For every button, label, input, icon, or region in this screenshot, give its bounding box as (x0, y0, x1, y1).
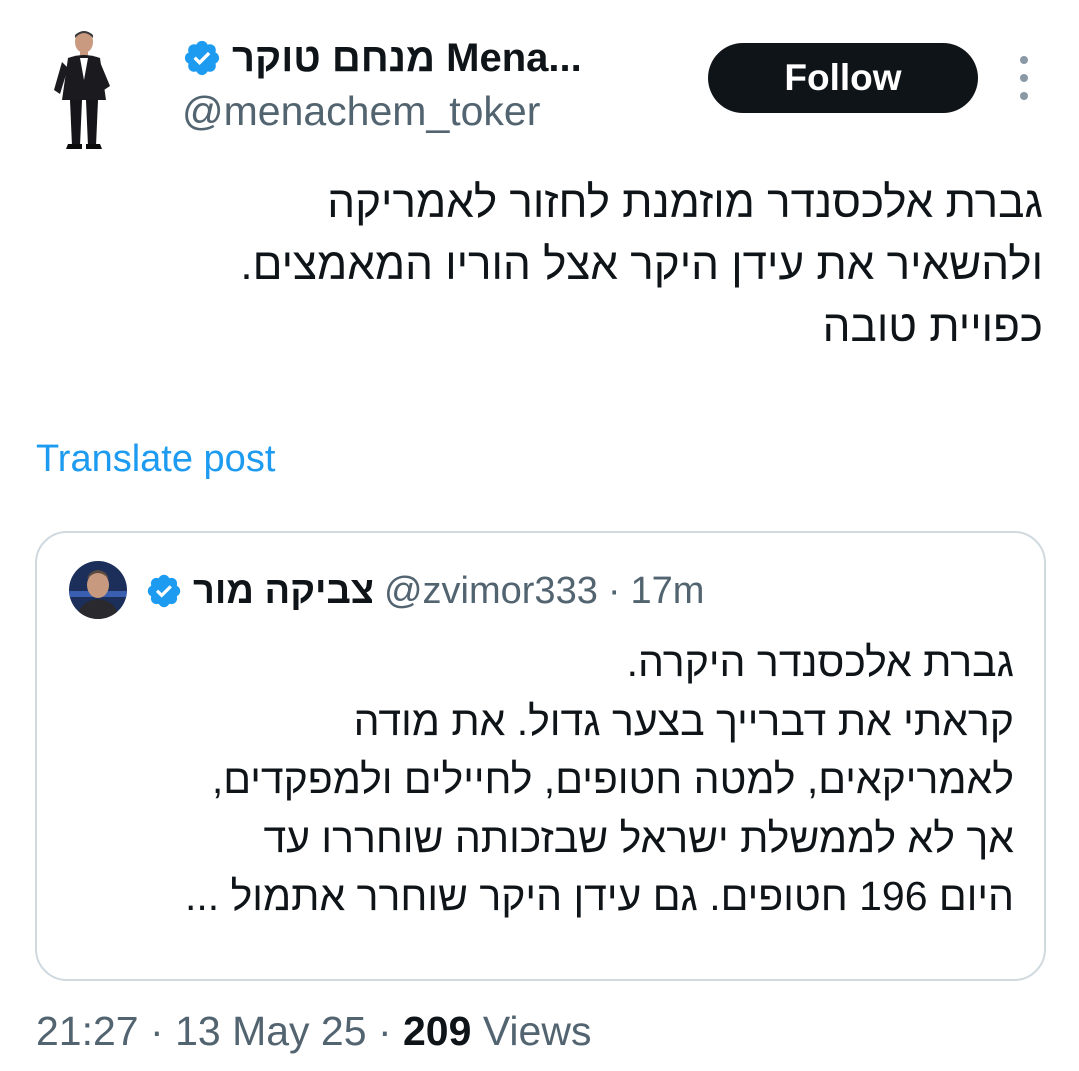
quoted-tweet-text: גברת אלכסנדר היקרה. קראתי את דברייך בצער… (185, 639, 1014, 919)
verified-badge-icon (182, 38, 222, 78)
translate-post-link[interactable]: Translate post (36, 438, 275, 481)
author-name-row[interactable]: מנחם טוקר Mena... (182, 30, 582, 86)
more-vertical-icon[interactable] (1010, 56, 1038, 100)
meta-separator: · (377, 1008, 392, 1054)
views-label: Views (482, 1008, 592, 1054)
verified-badge-icon (145, 572, 183, 610)
quoted-author-handle[interactable]: @zvimor333 (384, 570, 598, 613)
tweet-date[interactable]: 13 May 25 (175, 1008, 366, 1054)
quoted-tweet[interactable]: צביקה מור @zvimor333 · 17m גברת אלכסנדר … (35, 531, 1046, 981)
follow-button[interactable]: Follow (708, 43, 978, 113)
author-avatar[interactable] (48, 28, 118, 150)
tweet-meta: 21:27 · 13 May 25 · 209 Views (36, 1008, 591, 1055)
author-handle[interactable]: @menachem_toker (182, 88, 540, 135)
meta-separator: · (150, 1008, 164, 1054)
quoted-header: צביקה מור @zvimor333 · 17m (145, 563, 704, 619)
author-name[interactable]: מנחם טוקר Mena... (232, 36, 582, 81)
quoted-author-name[interactable]: צביקה מור (193, 570, 374, 613)
views-count: 209 (403, 1008, 472, 1054)
tweet-time[interactable]: 21:27 (36, 1008, 139, 1054)
quoted-separator: · (607, 569, 621, 612)
quoted-author-avatar[interactable] (69, 561, 127, 619)
quoted-time[interactable]: 17m (631, 570, 705, 613)
tweet-text: גברת אלכסנדר מוזמנת לחזור לאמריקה ולהשאי… (240, 178, 1043, 351)
